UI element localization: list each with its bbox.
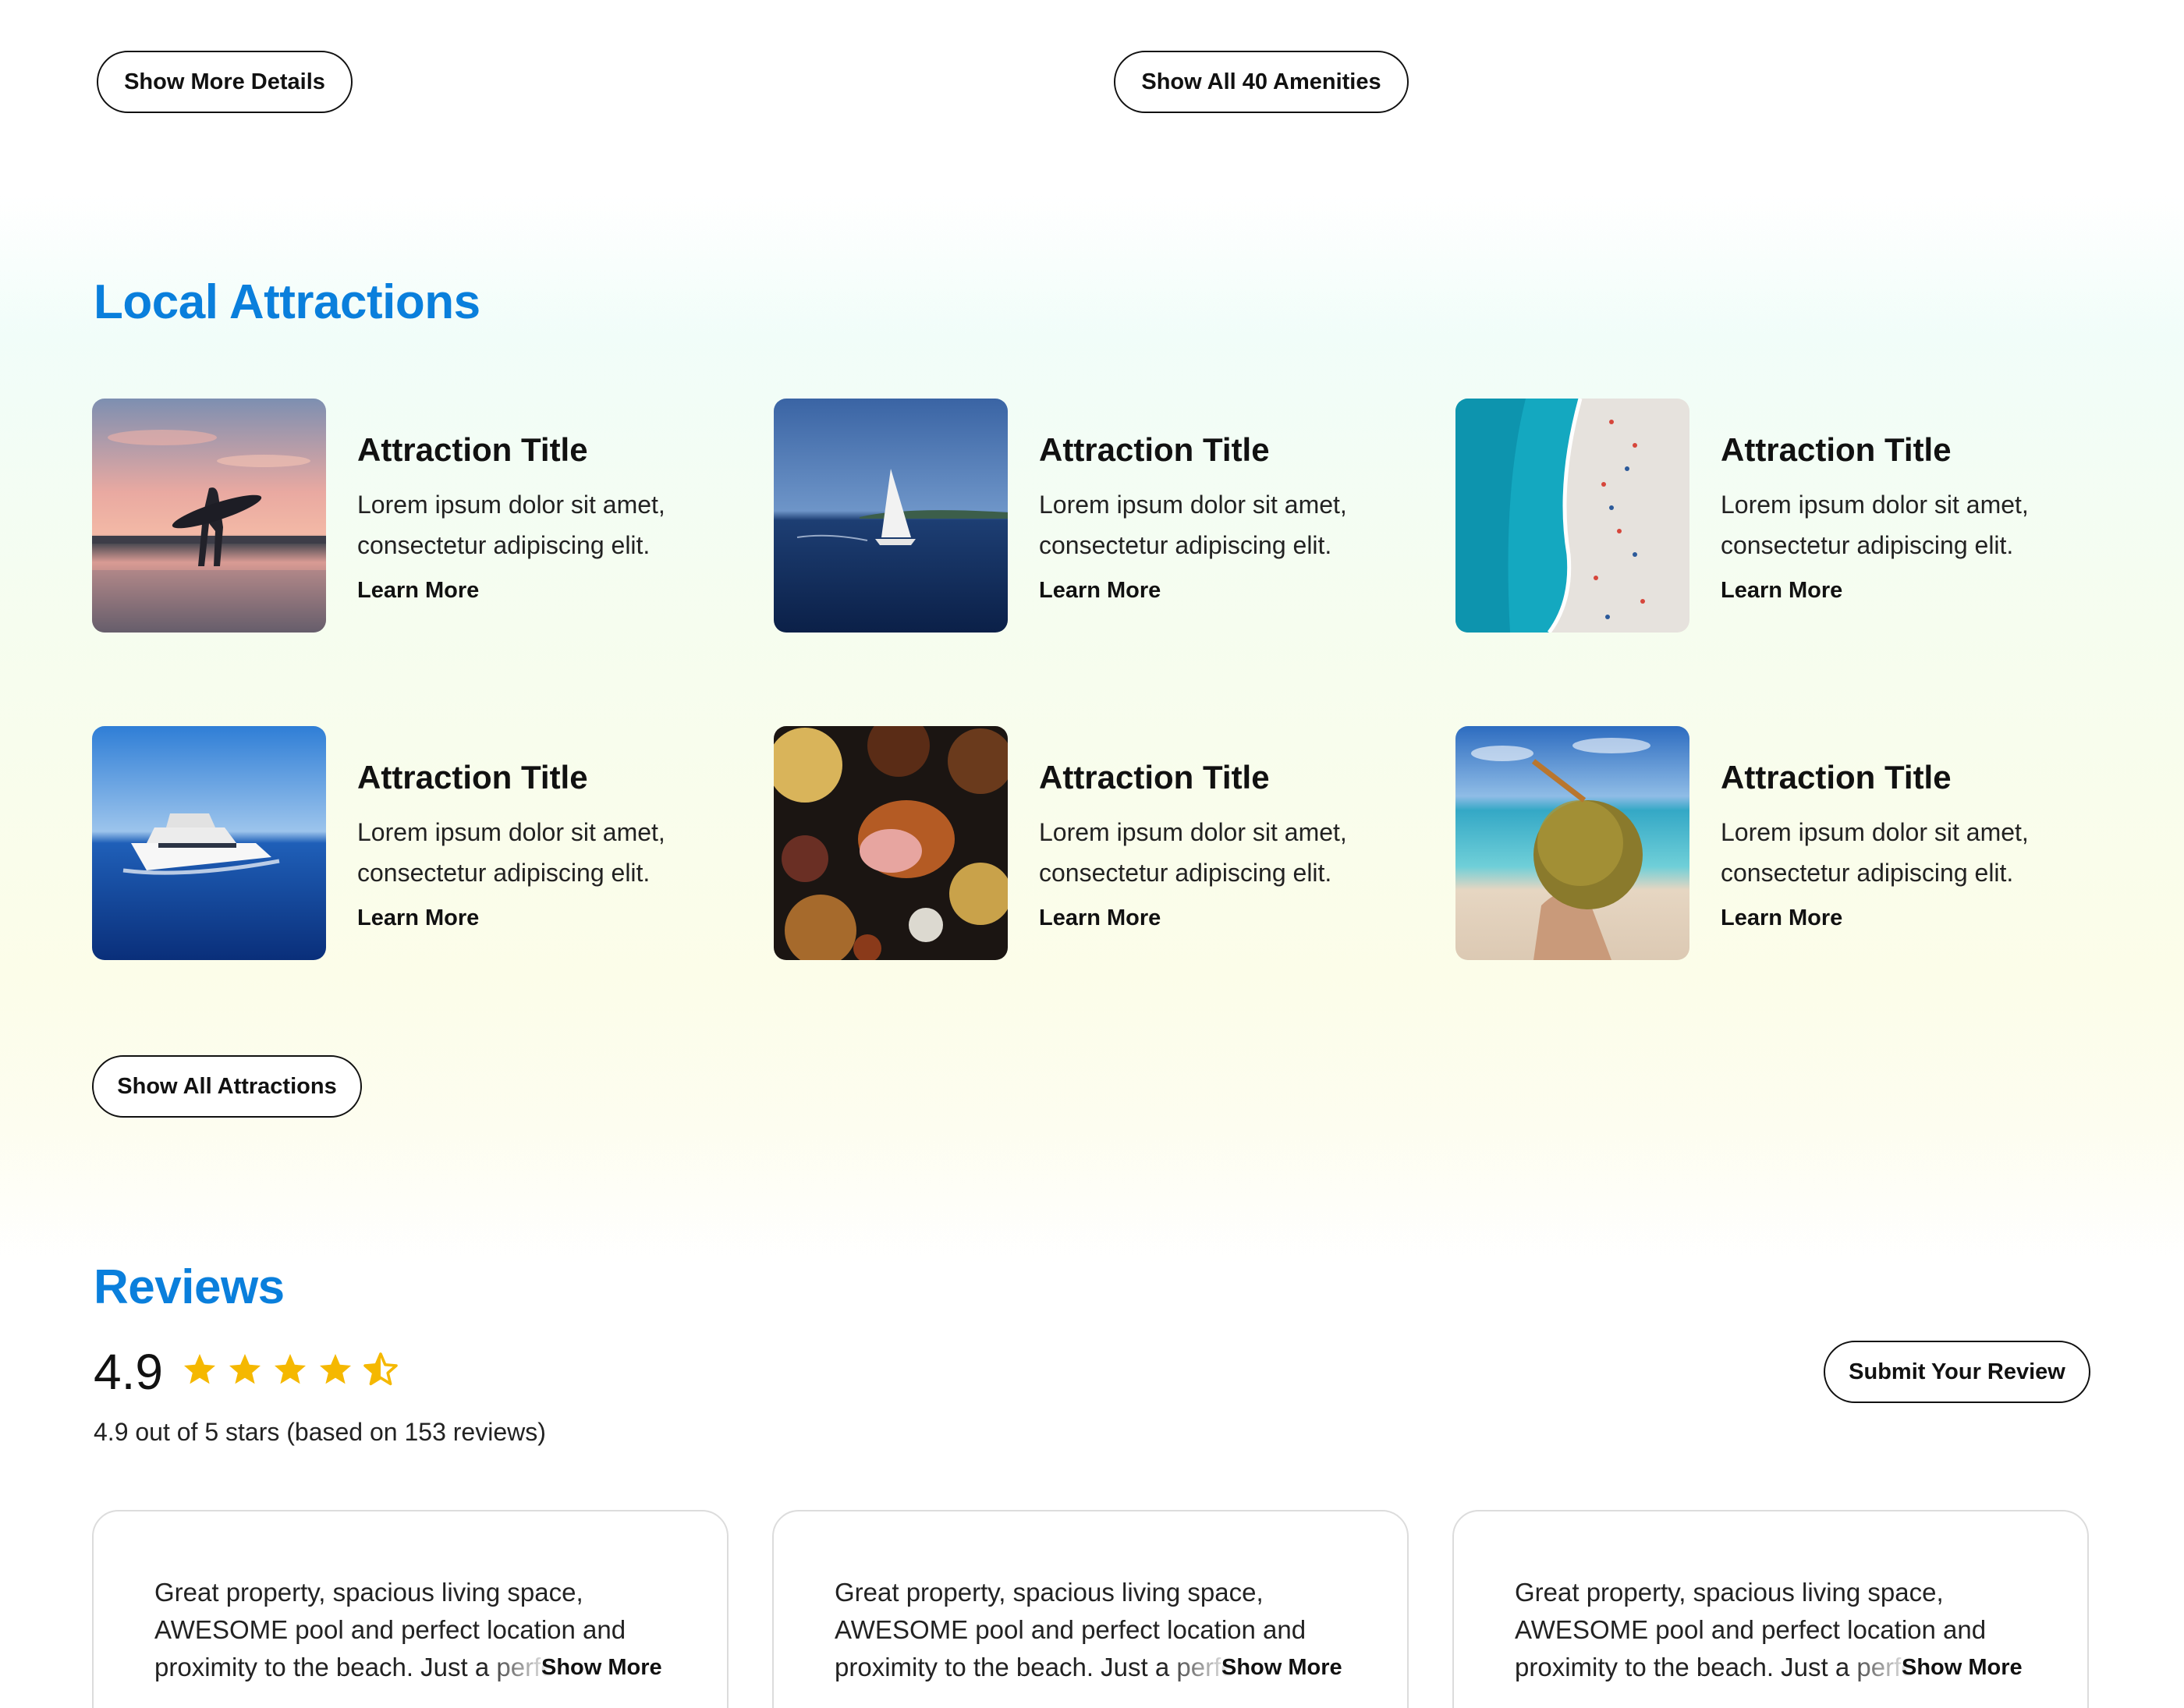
star-rating (181, 1351, 399, 1388)
attraction-description: Lorem ipsum dolor sit amet, consectetur … (357, 818, 665, 887)
learn-more-link[interactable]: Learn More (1721, 578, 1842, 604)
attractions-heading: Local Attractions (94, 275, 480, 329)
attraction-image-food[interactable] (774, 726, 1008, 960)
attraction-title: Attraction Title (1039, 759, 1270, 796)
reviews-heading: Reviews (94, 1260, 285, 1314)
show-all-attractions-button[interactable]: Show All Attractions (92, 1055, 362, 1118)
attraction-title: Attraction Title (1039, 431, 1270, 468)
star-full-icon (275, 1354, 306, 1384)
attraction-image-yacht[interactable] (92, 726, 326, 960)
review-card: Great property, spacious living space, A… (1452, 1510, 2089, 1708)
review-card: Great property, spacious living space, A… (772, 1510, 1409, 1708)
attraction-image-sailboat[interactable] (774, 399, 1008, 633)
learn-more-link[interactable]: Learn More (1721, 905, 1842, 931)
review-show-more-link[interactable]: Show More (1221, 1655, 1342, 1681)
attraction-image-surfer[interactable] (92, 399, 326, 633)
attraction-description: Lorem ipsum dolor sit amet, consectetur … (1721, 818, 2029, 887)
attraction-card: Attraction Title Lorem ipsum dolor sit a… (1455, 399, 2111, 633)
attraction-description: Lorem ipsum dolor sit amet, consectetur … (357, 491, 665, 559)
learn-more-link[interactable]: Learn More (357, 905, 479, 931)
submit-review-button[interactable]: Submit Your Review (1824, 1341, 2090, 1403)
star-half-icon (363, 1352, 398, 1386)
rating-summary: 4.9 out of 5 stars (based on 153 reviews… (94, 1418, 546, 1446)
attraction-card: Attraction Title Lorem ipsum dolor sit a… (92, 726, 747, 960)
show-more-details-button[interactable]: Show More Details (97, 51, 353, 113)
star-full-icon (184, 1354, 215, 1384)
review-card: Great property, spacious living space, A… (92, 1510, 729, 1708)
attraction-image-aerial-beach[interactable] (1455, 399, 1689, 633)
learn-more-link[interactable]: Learn More (1039, 578, 1161, 604)
attraction-title: Attraction Title (357, 759, 588, 796)
star-full-icon (229, 1354, 261, 1384)
attraction-title: Attraction Title (1721, 431, 1952, 468)
learn-more-link[interactable]: Learn More (1039, 905, 1161, 931)
attraction-description: Lorem ipsum dolor sit amet, consectetur … (1721, 491, 2029, 559)
attraction-description: Lorem ipsum dolor sit amet, consectetur … (1039, 818, 1347, 887)
rating-value: 4.9 (94, 1344, 163, 1400)
learn-more-link[interactable]: Learn More (357, 578, 479, 604)
review-show-more-link[interactable]: Show More (541, 1655, 662, 1681)
attraction-description: Lorem ipsum dolor sit amet, consectetur … (1039, 491, 1347, 559)
attraction-title: Attraction Title (357, 431, 588, 468)
show-all-amenities-button[interactable]: Show All 40 Amenities (1114, 51, 1409, 113)
attraction-card: Attraction Title Lorem ipsum dolor sit a… (92, 399, 747, 633)
review-show-more-link[interactable]: Show More (1902, 1655, 2023, 1681)
attraction-title: Attraction Title (1721, 759, 1952, 796)
attraction-card: Attraction Title Lorem ipsum dolor sit a… (1455, 726, 2111, 960)
star-full-icon (320, 1354, 351, 1384)
attraction-image-coconut[interactable] (1455, 726, 1689, 960)
attraction-card: Attraction Title Lorem ipsum dolor sit a… (774, 399, 1429, 633)
attraction-card: Attraction Title Lorem ipsum dolor sit a… (774, 726, 1429, 960)
